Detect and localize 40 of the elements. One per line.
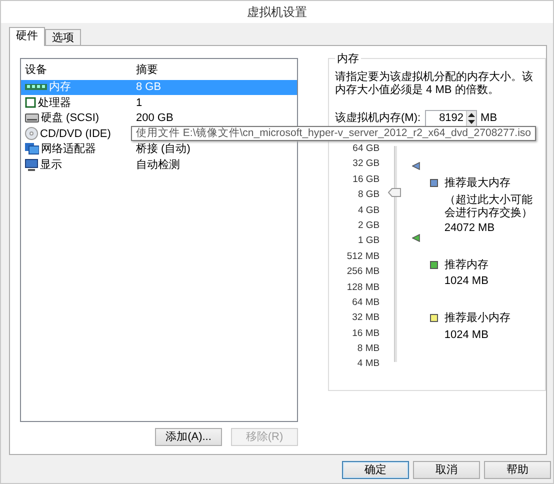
tick-label: 32 MB [352, 311, 380, 326]
tick-label: 4 GB [358, 204, 380, 218]
unit-label: MB [480, 111, 498, 126]
tick-label: 8 MB [357, 342, 380, 356]
device-summary: 桥接 (自动) [136, 142, 190, 157]
tick-label: 64 GB [352, 142, 380, 156]
tick-label: 8 GB [358, 188, 380, 202]
tooltip: 使用文件 E:\镜像文件\cn_microsoft_hyper-v_server_2012_r2_x64_dvd_2708277.iso [131, 126, 536, 141]
legend-value: 24072 MB [443, 222, 496, 234]
tick-label: 256 MB [346, 265, 380, 280]
tick-label: 2 GB [358, 218, 380, 233]
column-header: 设备 [24, 62, 48, 78]
legend-label: 推荐内存 [444, 258, 488, 272]
device-name: 硬盘 (SCSI) [41, 111, 100, 126]
legend-note: （超过此大小可能会进行内存交换） [443, 194, 534, 220]
tick-label: 128 MB [346, 280, 380, 295]
device-name: 网络适配器 [41, 142, 96, 157]
tick-label: 16 GB [352, 172, 380, 187]
device-summary: 1 [136, 96, 142, 110]
tick-label: 32 GB [352, 157, 380, 172]
tick-label: 16 MB [352, 326, 380, 341]
legend-value: 1024 MB [443, 328, 490, 342]
device-name: 显示 [40, 158, 62, 172]
column-header: 摘要 [136, 62, 158, 78]
tick-label: 4 MB [357, 357, 380, 372]
tick-label: 512 MB [346, 250, 380, 264]
legend-label: 推荐最大内存 [444, 176, 510, 191]
device-summary: 自动检测 [136, 158, 180, 172]
legend-label: 推荐最小内存 [444, 310, 510, 326]
field-label: 该虚拟机内存(M): [335, 110, 421, 126]
window-title: 虚拟机设置 [247, 4, 307, 21]
device-summary: 8 GB [136, 80, 162, 95]
device-name: 处理器 [38, 96, 71, 110]
tick-label: 1 GB [358, 234, 380, 248]
device-summary: 200 GB [136, 111, 174, 126]
tick-label: 64 MB [352, 296, 380, 310]
device-name: CD/DVD (IDE) [40, 126, 111, 142]
legend-value: 1024 MB [443, 275, 490, 288]
description-text: 请指定要为该虚拟机分配的内存大小。该内存大小值必须是 4 MB 的倍数。 [335, 71, 534, 97]
device-name: 内存 [49, 80, 71, 95]
